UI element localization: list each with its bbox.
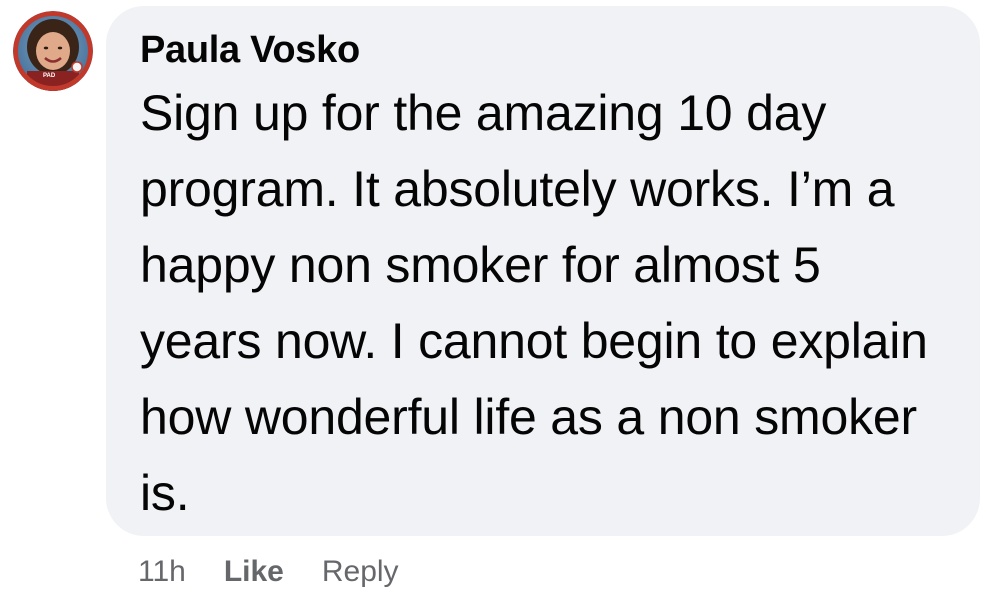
avatar-badge-text: PAD (43, 73, 56, 79)
comment-bubble: Paula Vosko Sign up for the amazing 10 d… (106, 6, 980, 536)
reply-button[interactable]: Reply (322, 555, 399, 589)
comment-actions: 11h Like Reply (138, 550, 399, 594)
profile-photo: PAD (13, 11, 93, 91)
timestamp[interactable]: 11h (138, 555, 186, 589)
comment-text: Sign up for the amazing 10 day program. … (140, 85, 928, 521)
author-name[interactable]: Paula Vosko (140, 28, 950, 72)
like-button[interactable]: Like (224, 555, 284, 589)
avatar[interactable]: PAD (13, 11, 93, 91)
